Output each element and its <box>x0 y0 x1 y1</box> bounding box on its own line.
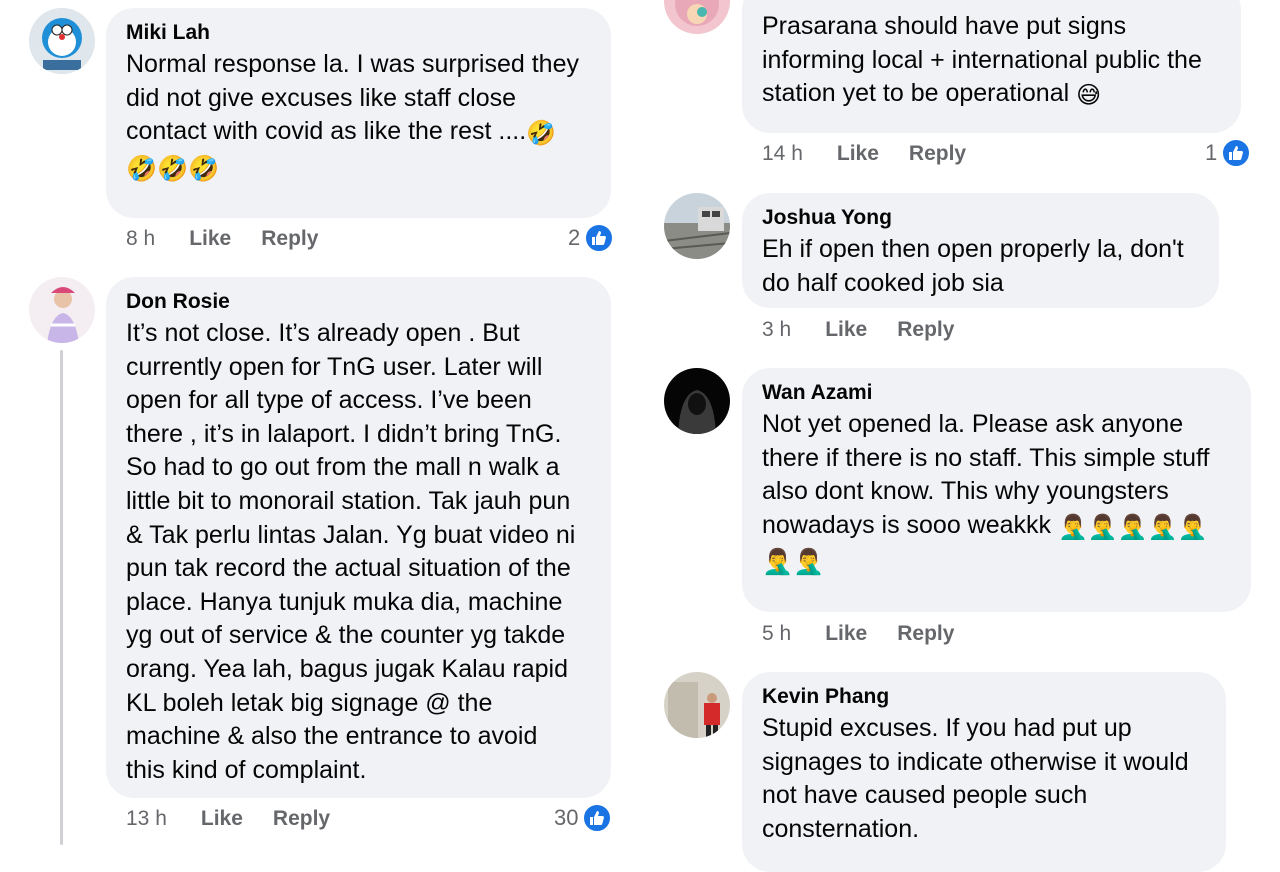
avatar-miki-lah[interactable] <box>29 8 95 74</box>
comment-bubble-don-rosie: Don Rosie It’s not close. It’s already o… <box>106 277 611 798</box>
comment-time[interactable]: 13 h <box>126 804 167 834</box>
avatar-don-rosie[interactable] <box>29 277 95 343</box>
reaction-number: 30 <box>554 805 579 830</box>
comment-time[interactable]: 14 h <box>762 139 803 169</box>
reaction-count[interactable]: 1 <box>1205 138 1252 168</box>
comment-text: Prasarana should have put signs informin… <box>762 12 1202 110</box>
commenter-name[interactable]: Don Rosie <box>126 289 591 315</box>
reaction-count[interactable]: 2 <box>568 223 615 253</box>
comment-actions: 5 h Like Reply <box>762 619 984 649</box>
reaction-number: 1 <box>1205 140 1218 165</box>
thread-line <box>60 350 63 845</box>
commenter-name[interactable]: Joshua Yong <box>762 205 1199 231</box>
comment-text: Normal response la. I was surprised they… <box>126 50 579 148</box>
thumbs-up-icon <box>582 803 613 833</box>
comment-bubble-kevin-phang: Kevin Phang Stupid excuses. If you had p… <box>742 672 1226 872</box>
avatar-partial[interactable] <box>664 0 730 34</box>
thumbs-up-icon <box>1221 138 1252 168</box>
comment-actions: 3 h Like Reply <box>762 315 984 345</box>
doraemon-avatar-icon <box>29 8 95 74</box>
reply-button[interactable]: Reply <box>897 619 954 649</box>
hooded-figure-avatar-icon <box>664 368 730 434</box>
comment-actions: 14 h Like Reply <box>762 139 996 169</box>
train-avatar-icon <box>664 193 730 259</box>
comment-text: Not yet opened la. Please ask anyone the… <box>762 410 1210 541</box>
person-avatar-icon <box>664 0 730 34</box>
comment-time[interactable]: 8 h <box>126 224 155 254</box>
comment-text: Eh if open then open properly la, don't … <box>762 235 1184 297</box>
reaction-count[interactable]: 30 <box>554 803 613 833</box>
commenter-name[interactable]: Wan Azami <box>762 380 1231 406</box>
commenter-name[interactable]: Kevin Phang <box>762 684 1206 710</box>
like-button[interactable]: Like <box>825 619 867 649</box>
comment-time[interactable]: 5 h <box>762 619 791 649</box>
like-button[interactable]: Like <box>825 315 867 345</box>
thumbs-up-icon <box>584 223 615 253</box>
comment-bubble-prasarana: Prasarana should have put signs informin… <box>742 0 1241 133</box>
avatar-joshua-yong[interactable] <box>664 193 730 259</box>
person-avatar-icon <box>29 277 95 343</box>
reaction-number: 2 <box>568 225 581 250</box>
reply-button[interactable]: Reply <box>261 224 318 254</box>
person-avatar-icon <box>664 672 730 738</box>
like-button[interactable]: Like <box>189 224 231 254</box>
comment-emojis: 🤣🤣🤣 <box>126 154 220 183</box>
comment-bubble-miki-lah: Miki Lah Normal response la. I was surpr… <box>106 8 611 218</box>
comment-bubble-joshua-yong: Joshua Yong Eh if open then open properl… <box>742 193 1219 308</box>
comment-emojis: 🤦‍♂️🤦‍♂️ <box>762 548 825 577</box>
like-button[interactable]: Like <box>201 804 243 834</box>
comment-time[interactable]: 3 h <box>762 315 791 345</box>
comment-bubble-wan-azami: Wan Azami Not yet opened la. Please ask … <box>742 368 1251 612</box>
comment-text: Stupid excuses. If you had put up signag… <box>762 714 1189 843</box>
reply-button[interactable]: Reply <box>897 315 954 345</box>
comment-actions: 13 h Like Reply <box>126 804 360 834</box>
like-button[interactable]: Like <box>837 139 879 169</box>
avatar-wan-azami[interactable] <box>664 368 730 434</box>
reply-button[interactable]: Reply <box>273 804 330 834</box>
comment-text: It’s not close. It’s already open . But … <box>126 319 576 784</box>
reply-button[interactable]: Reply <box>909 139 966 169</box>
commenter-name[interactable]: Miki Lah <box>126 20 591 46</box>
comment-actions: 8 h Like Reply <box>126 224 348 254</box>
avatar-kevin-phang[interactable] <box>664 672 730 738</box>
